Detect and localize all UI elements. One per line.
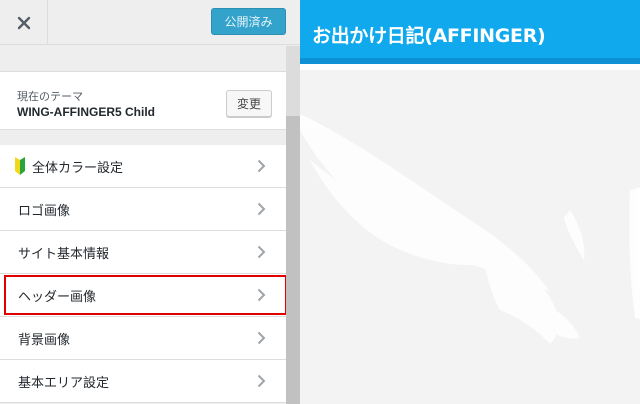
site-title[interactable]: お出かけ日記(AFFINGER) [312,21,546,48]
header-image [300,70,640,404]
current-theme-section: 現在のテーマ WING-AFFINGER5 Child 変更 [0,71,286,130]
close-button[interactable] [0,0,48,45]
menu-item-logo-image[interactable]: ロゴ画像 [0,188,286,231]
menu-item-site-info[interactable]: サイト基本情報 [0,231,286,274]
menu-item-basic-area[interactable]: 基本エリア設定 [0,360,286,403]
current-theme-label: 現在のテーマ [17,90,83,103]
current-theme-name: WING-AFFINGER5 Child [17,105,155,119]
menu-item-label: ヘッダー画像 [18,289,97,305]
menu-item-label: 基本エリア設定 [18,375,110,391]
site-preview: お出かけ日記(AFFINGER) [300,0,640,404]
site-header: お出かけ日記(AFFINGER) [300,0,640,64]
sidebar-scrollbar[interactable] [286,46,300,404]
customizer-header: 公開済み [0,0,300,45]
menu-item-label: サイト基本情報 [18,246,110,262]
beginner-mark-icon [15,157,25,175]
chevron-right-icon [257,202,266,216]
menu-item-label: ロゴ画像 [18,203,71,219]
customizer-panel: 現在のテーマ WING-AFFINGER5 Child 変更 全体カラー設定 ロ… [0,46,287,404]
close-icon [17,16,30,29]
chevron-right-icon [257,374,266,388]
menu-item-label: 全体カラー設定 [32,160,124,176]
change-theme-button[interactable]: 変更 [226,90,272,117]
eagle-watermark-icon [300,114,640,344]
chevron-right-icon [257,331,266,345]
menu-item-label: 背景画像 [18,332,71,348]
menu-item-header-image[interactable]: ヘッダー画像 [0,274,287,317]
menu-item-background-image[interactable]: 背景画像 [0,317,286,360]
chevron-right-icon [257,288,266,302]
customizer-sidebar: 公開済み 現在のテーマ WING-AFFINGER5 Child 変更 全体カラ… [0,0,300,404]
chevron-right-icon [257,245,266,259]
chevron-right-icon [257,159,266,173]
menu-item-global-color[interactable]: 全体カラー設定 [0,145,286,188]
scrollbar-thumb[interactable] [286,116,300,404]
publish-button[interactable]: 公開済み [211,8,286,35]
